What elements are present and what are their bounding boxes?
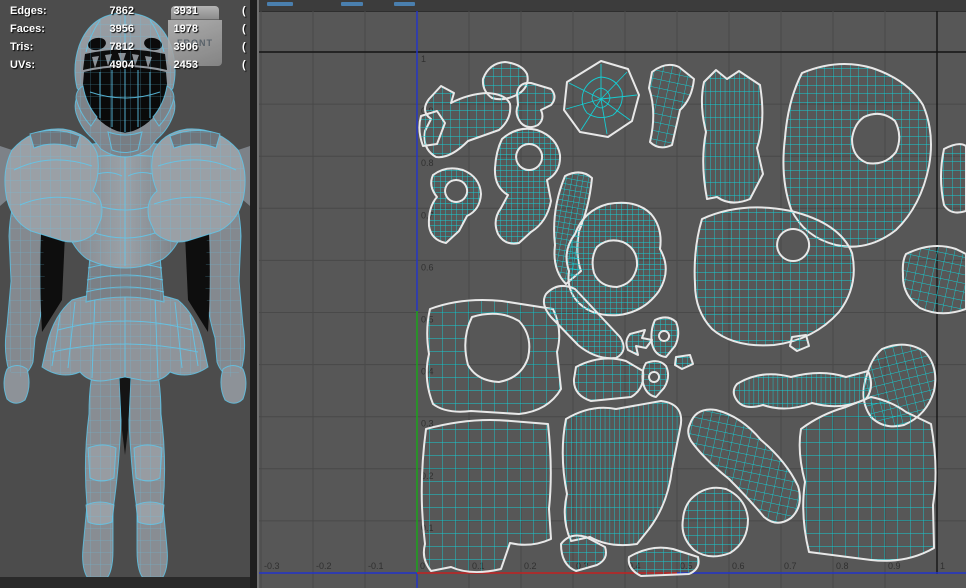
hud-row-edges: Edges: 7862 3931 ( [10, 2, 250, 20]
y-tick-label: 0.6 [421, 262, 434, 272]
uv-island-small[interactable] [629, 548, 699, 576]
uv-islands [419, 61, 966, 576]
hud-label: Tris: [10, 38, 62, 56]
hud-row-tris: Tris: 7812 3906 ( [10, 38, 250, 56]
x-tick-label: -0.3 [264, 561, 280, 571]
x-tick-label: 0.8 [836, 561, 849, 571]
x-tick-label: 0 [420, 561, 425, 571]
uv-island-with-hole[interactable] [695, 207, 854, 345]
hud-overflow: ( [242, 2, 246, 20]
hud-row-uvs: UVs: 4904 2453 ( [10, 56, 250, 74]
uv-island-with-hole[interactable] [429, 168, 481, 243]
hud-overflow: ( [242, 20, 246, 38]
uv-island[interactable] [517, 83, 555, 127]
hud-label: UVs: [10, 56, 62, 74]
x-tick-label: -0.1 [368, 561, 384, 571]
hud-value: 7812 [62, 38, 134, 56]
uv-island-small[interactable] [675, 355, 693, 369]
knight-model[interactable] [0, 0, 250, 588]
uv-island[interactable] [422, 420, 551, 572]
hud-overflow: ( [242, 38, 246, 56]
x-tick-label: 0.7 [784, 561, 797, 571]
uv-island[interactable] [563, 401, 681, 545]
viewport-bottom-bar [0, 577, 250, 588]
poly-count-hud: Edges: 7862 3931 ( Faces: 3956 1978 ( Tr… [10, 2, 250, 74]
uv-island-with-hole[interactable] [495, 129, 560, 244]
hud-value: 2453 [134, 56, 198, 74]
uv-island[interactable] [941, 144, 966, 212]
x-tick-label: 0.6 [732, 561, 745, 571]
uv-island[interactable] [734, 371, 871, 409]
x-tick-label: 0.2 [524, 561, 537, 571]
hud-label: Faces: [10, 20, 62, 38]
hud-overflow: ( [242, 56, 246, 74]
uv-island[interactable] [649, 65, 694, 148]
hud-label: Edges: [10, 2, 62, 20]
x-tick-label: -0.2 [316, 561, 332, 571]
y-tick-label: 1 [421, 54, 426, 64]
uv-island[interactable] [903, 246, 966, 313]
uv-island[interactable] [574, 359, 643, 401]
hud-value: 3956 [62, 20, 134, 38]
y-tick-label: 0.8 [421, 158, 434, 168]
app-window: Edges: 7862 3931 ( Faces: 3956 1978 ( Tr… [0, 0, 966, 588]
viewport-3d[interactable]: Edges: 7862 3931 ( Faces: 3956 1978 ( Tr… [0, 0, 250, 588]
uv-island[interactable] [800, 397, 936, 561]
hud-value: 1978 [134, 20, 198, 38]
x-tick-label: 0.9 [888, 561, 901, 571]
uv-island-with-hole[interactable] [427, 300, 561, 414]
uv-island-disc[interactable] [564, 61, 639, 137]
uv-island-small-with-hole[interactable] [642, 361, 668, 397]
hud-value: 3931 [134, 2, 198, 20]
hud-row-faces: Faces: 3956 1978 ( [10, 20, 250, 38]
uv-editor-panel[interactable]: -0.3-0.2-0.100.10.20.30.40.50.60.70.80.9… [259, 0, 966, 588]
uv-island-small[interactable] [790, 335, 809, 351]
toolbar-icon-fragment[interactable] [341, 2, 363, 6]
uv-editor-canvas[interactable]: -0.3-0.2-0.100.10.20.30.40.50.60.70.80.9… [259, 11, 966, 588]
uv-island[interactable] [682, 488, 748, 557]
hud-value: 3906 [134, 38, 198, 56]
panel-divider[interactable] [250, 0, 259, 588]
hud-value: 4904 [62, 56, 134, 74]
uv-island-small-with-hole[interactable] [651, 317, 678, 357]
x-tick-label: 1 [940, 561, 945, 571]
toolbar-icon-fragment[interactable] [394, 2, 415, 6]
uv-island[interactable] [702, 70, 763, 203]
uv-island-small[interactable] [626, 330, 652, 355]
hud-value: 7862 [62, 2, 134, 20]
toolbar-icon-fragment[interactable] [267, 2, 293, 6]
